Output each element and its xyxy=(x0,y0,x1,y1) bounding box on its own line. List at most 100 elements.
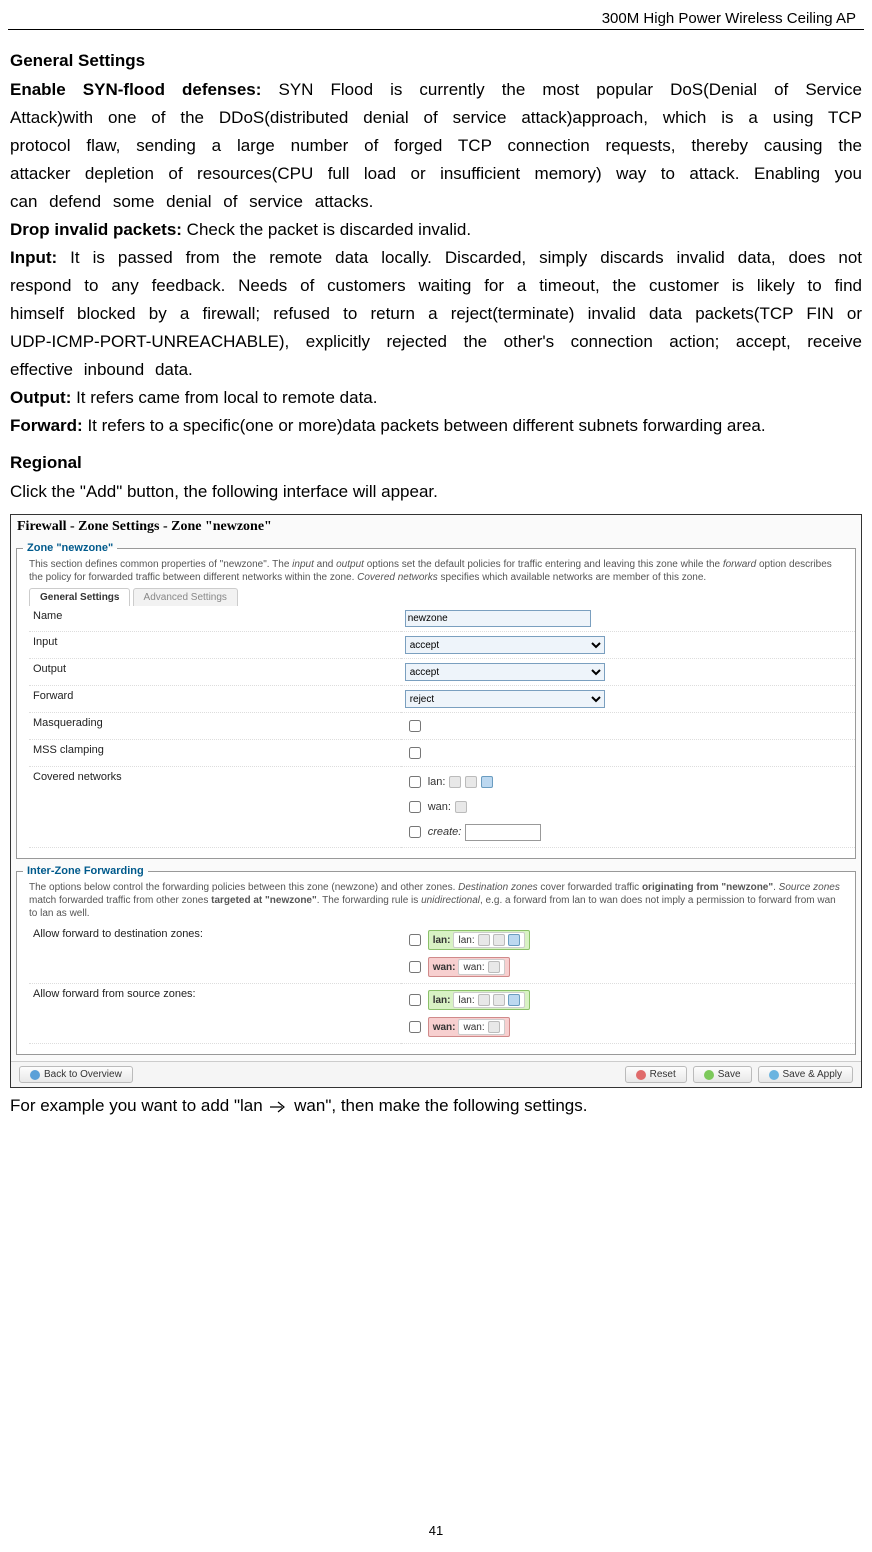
regional-heading: Regional xyxy=(10,448,862,478)
zone-desc-text: and xyxy=(314,559,336,570)
forward-paragraph: Forward: It refers to a specific(one or … xyxy=(10,412,862,440)
device-icon xyxy=(481,776,493,788)
covered-networks-label: Covered networks xyxy=(29,767,401,848)
izf-desc-em: unidirectional xyxy=(421,895,480,906)
input-field-label: Input xyxy=(29,632,401,659)
covered-wan-checkbox[interactable] xyxy=(409,801,421,813)
wan-zone-label: wan: xyxy=(433,1022,456,1033)
izf-desc-text: The options below control the forwarding… xyxy=(29,882,458,893)
izf-desc-strong: originating from "newzone" xyxy=(642,882,773,893)
izf-desc-em: Destination zones xyxy=(458,882,538,893)
device-icon xyxy=(508,934,520,946)
device-icon xyxy=(488,1021,500,1033)
save-icon xyxy=(704,1070,714,1080)
izf-desc-text: cover forwarded traffic xyxy=(538,882,642,893)
masquerading-label: Masquerading xyxy=(29,713,401,740)
covered-create-input[interactable] xyxy=(465,824,541,841)
input-paragraph: Input: It is passed from the remote data… xyxy=(10,244,862,384)
tabs-row: General Settings Advanced Settings xyxy=(29,588,843,606)
lan-inner-badge: lan: xyxy=(453,932,524,948)
wan-inner-badge: wan: xyxy=(458,959,504,975)
device-icon xyxy=(493,994,505,1006)
dest-lan-checkbox[interactable] xyxy=(409,934,421,946)
dest-wan-checkbox[interactable] xyxy=(409,961,421,973)
output-select[interactable]: accept xyxy=(405,663,605,681)
reset-button[interactable]: Reset xyxy=(625,1066,687,1083)
drop-packets-label: Drop invalid packets: xyxy=(10,220,182,239)
zone-desc-em: Covered networks xyxy=(357,572,438,583)
back-to-overview-button[interactable]: Back to Overview xyxy=(19,1066,133,1083)
forward-select[interactable]: reject xyxy=(405,690,605,708)
output-paragraph: Output: It refers came from local to rem… xyxy=(10,384,862,412)
save-apply-button-label: Save & Apply xyxy=(783,1069,842,1080)
button-bar: Back to Overview Reset Save Save & Apply xyxy=(11,1061,861,1087)
drop-packets-paragraph: Drop invalid packets: Check the packet i… xyxy=(10,216,862,244)
masquerading-checkbox[interactable] xyxy=(409,720,421,732)
covered-wan-label: wan: xyxy=(428,801,451,813)
zone-description: This section defines common properties o… xyxy=(29,558,843,584)
interzone-description: The options below control the forwarding… xyxy=(29,881,843,920)
regional-text: Click the "Add" button, the following in… xyxy=(10,478,862,506)
reset-button-label: Reset xyxy=(650,1069,676,1080)
device-icon xyxy=(508,994,520,1006)
wan-zone-label: wan: xyxy=(433,962,456,973)
src-lan-checkbox[interactable] xyxy=(409,994,421,1006)
input-select[interactable]: accept xyxy=(405,636,605,654)
lan-zone-badge: lan: lan: xyxy=(428,930,530,950)
forward-label: Forward: xyxy=(10,416,83,435)
closing-pre: For example you want to add "lan xyxy=(10,1096,263,1115)
lan-zone-label: lan: xyxy=(433,935,451,946)
src-wan-checkbox[interactable] xyxy=(409,1021,421,1033)
tab-general-settings[interactable]: General Settings xyxy=(29,588,130,606)
izf-desc-strong: targeted at "newzone" xyxy=(211,895,317,906)
zone-desc-em: forward xyxy=(723,559,756,570)
zone-desc-em: output xyxy=(336,559,364,570)
zone-fieldset: Zone "newzone" This section defines comm… xyxy=(16,542,856,859)
forward-text: It refers to a specific(one or more)data… xyxy=(83,416,766,435)
syn-flood-label: Enable SYN-flood defenses: xyxy=(10,80,261,99)
covered-lan-checkbox[interactable] xyxy=(409,776,421,788)
save-button-label: Save xyxy=(718,1069,741,1080)
save-button[interactable]: Save xyxy=(693,1066,752,1083)
zone-desc-text: specifies which available networks are m… xyxy=(438,572,706,583)
wan-zone-badge: wan: wan: xyxy=(428,1017,510,1037)
reset-icon xyxy=(636,1070,646,1080)
zone-legend: Zone "newzone" xyxy=(23,542,117,554)
back-icon xyxy=(30,1070,40,1080)
mss-clamping-checkbox[interactable] xyxy=(409,747,421,759)
arrow-right-icon xyxy=(269,1100,287,1114)
device-icon xyxy=(455,801,467,813)
covered-create-checkbox[interactable] xyxy=(409,826,421,838)
zone-desc-text: options set the default policies for tra… xyxy=(364,559,723,570)
zone-desc-text: This section defines common properties o… xyxy=(29,559,292,570)
page-number: 41 xyxy=(0,1523,872,1538)
apply-icon xyxy=(769,1070,779,1080)
page-header: 300M High Power Wireless Ceiling AP xyxy=(8,10,864,30)
device-icon xyxy=(478,934,490,946)
izf-desc-text: . The forwarding rule is xyxy=(317,895,421,906)
device-icon xyxy=(449,776,461,788)
panel-title: Firewall - Zone Settings - Zone "newzone… xyxy=(11,515,861,539)
general-settings-heading: General Settings xyxy=(10,46,862,76)
covered-lan-label: lan: xyxy=(428,776,446,788)
wan-inner-text: wan: xyxy=(463,1022,484,1033)
name-input[interactable] xyxy=(405,610,591,627)
interzone-form: Allow forward to destination zones: lan:… xyxy=(29,924,855,1044)
save-apply-button[interactable]: Save & Apply xyxy=(758,1066,853,1083)
name-label: Name xyxy=(29,606,401,632)
back-button-label: Back to Overview xyxy=(44,1069,122,1080)
interzone-legend: Inter-Zone Forwarding xyxy=(23,865,148,877)
src-zones-label: Allow forward from source zones: xyxy=(33,988,196,1000)
device-icon xyxy=(478,994,490,1006)
wan-inner-text: wan: xyxy=(463,962,484,973)
syn-flood-text: SYN Flood is currently the most popular … xyxy=(10,80,862,211)
output-field-label: Output xyxy=(29,659,401,686)
device-icon xyxy=(488,961,500,973)
wan-inner-badge: wan: xyxy=(458,1019,504,1035)
forward-field-label: Forward xyxy=(29,686,401,713)
interzone-fieldset: Inter-Zone Forwarding The options below … xyxy=(16,865,856,1055)
input-text: It is passed from the remote data locall… xyxy=(10,248,862,379)
output-text: It refers came from local to remote data… xyxy=(71,388,377,407)
firewall-screenshot: Firewall - Zone Settings - Zone "newzone… xyxy=(10,514,862,1088)
tab-advanced-settings[interactable]: Advanced Settings xyxy=(133,588,238,606)
